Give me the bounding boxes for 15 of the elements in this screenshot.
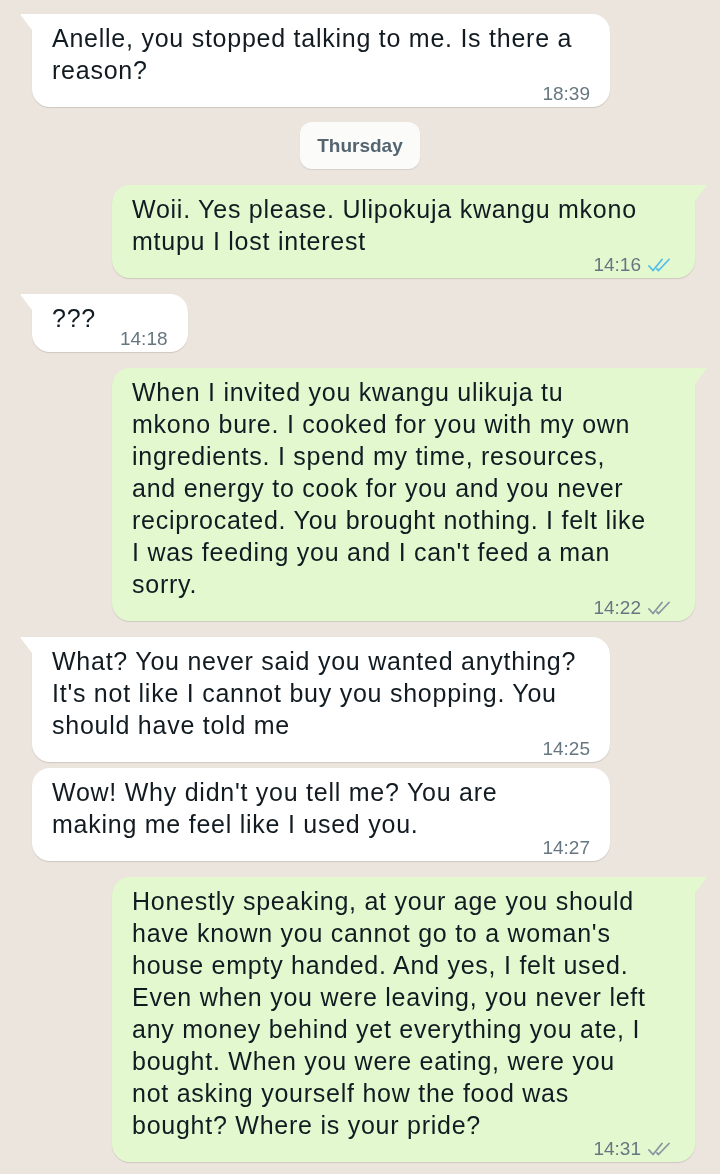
message-time: 14:16 <box>593 257 641 273</box>
message-text: What? You never said you wanted anything? It's not like I cannot buy you shopping. You should have told me <box>52 646 578 741</box>
message-time: 14:18 <box>119 331 168 347</box>
date-divider: Thursday <box>300 122 420 169</box>
message-text: Honestly speaking, at your age you should have known you cannot go to a woman's house empty handed. And yes, I felt used. Even when you were leaving, you never left any money behind yet everything you ate, I bought. When you were eating, were you not asking yourself how the food was bought? Where is your pride? <box>132 886 647 1141</box>
message-time: 14:31 <box>593 1141 641 1157</box>
message-time: 14:27 <box>542 840 590 856</box>
message-text: Wow! Why didn't you tell me? You are making me feel like I used you. <box>52 777 499 840</box>
message-time: 14:25 <box>542 741 590 757</box>
message-text: ??? <box>52 303 96 334</box>
message-time: 18:39 <box>542 86 590 102</box>
message-text: Anelle, you stopped talking to me. Is there a reason? <box>52 23 574 86</box>
message-text: Woii. Yes please. Ulipokuja kwangu mkono mtupu I lost interest <box>132 194 638 257</box>
message-text: When I invited you kwangu ulikuja tu mkono bure. I cooked for you with my own ingredients. I spend my time, resources, and energy to cook for you and you never reciprocated. You brought nothing. I felt like I was feeding you and I can't feed a man sorry. <box>132 377 647 600</box>
message-time: 14:22 <box>593 600 641 616</box>
